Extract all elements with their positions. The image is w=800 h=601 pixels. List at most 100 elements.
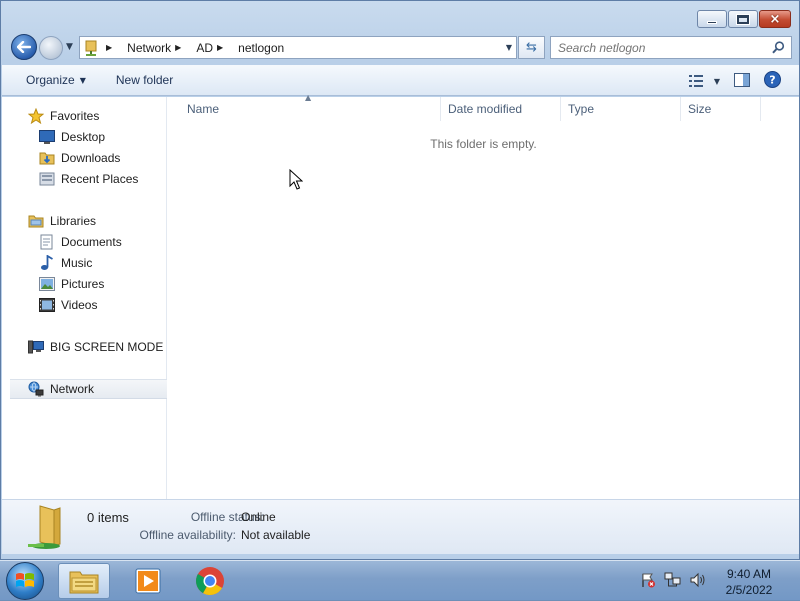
clock[interactable]: 9:40 AM 2/5/2022	[716, 566, 782, 598]
nav-favorites[interactable]: Favorites	[28, 106, 99, 126]
nav-label: Music	[61, 256, 93, 270]
column-label: Date modified	[448, 102, 523, 116]
start-button[interactable]	[6, 562, 44, 600]
nav-label: Pictures	[61, 277, 105, 291]
downloads-icon	[39, 150, 55, 166]
breadcrumb-netlogon[interactable]: netlogon	[238, 37, 290, 58]
media-player-icon	[135, 568, 161, 594]
nav-label: BIG SCREEN MODE	[50, 340, 164, 354]
close-button[interactable]: ×	[759, 10, 791, 28]
system-tray	[640, 561, 706, 601]
chevron-right-icon[interactable]: ▶	[175, 43, 181, 52]
details-view-icon	[688, 75, 703, 87]
empty-folder-message: This folder is empty.	[430, 137, 537, 151]
nav-item-downloads[interactable]: Downloads	[39, 148, 120, 168]
organize-button[interactable]: Organize ▼	[2, 65, 98, 96]
nav-label: Documents	[61, 235, 122, 249]
sort-ascending-icon: ▲	[305, 93, 312, 102]
clock-time: 9:40 AM	[726, 567, 772, 581]
chevron-right-icon[interactable]: ▶	[217, 43, 223, 52]
nav-label: Network	[50, 382, 95, 396]
star-icon	[28, 108, 44, 124]
breadcrumb-ad[interactable]: AD ▶	[196, 37, 238, 58]
search-box[interactable]	[550, 36, 792, 59]
svg-text:?: ?	[769, 74, 775, 87]
pictures-icon	[39, 276, 55, 292]
nav-label: Videos	[61, 298, 98, 312]
column-label: Size	[688, 102, 712, 116]
nav-item-recent-places[interactable]: Recent Places	[39, 169, 138, 189]
offline-availability-value: Not available	[241, 528, 311, 542]
videos-icon	[39, 297, 55, 313]
network-status-icon[interactable]	[664, 572, 682, 591]
change-view-button[interactable]: ▼	[688, 75, 720, 87]
minimize-button[interactable]	[697, 10, 727, 28]
windows-logo-icon	[16, 573, 34, 587]
close-icon: ×	[769, 11, 781, 27]
computer-icon	[28, 339, 44, 355]
nav-computer[interactable]: BIG SCREEN MODE	[28, 337, 163, 357]
help-button[interactable]: ?	[764, 71, 781, 91]
column-date-modified[interactable]: Date modified	[441, 97, 561, 121]
breadcrumb-label: Network	[127, 40, 172, 55]
taskbar-chrome-button[interactable]	[184, 563, 236, 599]
refresh-icon: ⇆	[526, 40, 537, 55]
minimize-icon	[707, 20, 717, 24]
nav-item-music[interactable]: Music	[39, 253, 92, 273]
action-center-flag-icon[interactable]	[640, 572, 656, 591]
navigation-pane: Favorites Desktop Downloads Recent Place…	[2, 97, 167, 499]
taskbar-media-player-button[interactable]	[122, 563, 174, 599]
address-dropdown-icon[interactable]: ▼	[506, 43, 512, 52]
search-input[interactable]	[558, 40, 768, 55]
taskbar: 9:40 AM 2/5/2022	[0, 560, 800, 600]
file-list-pane: Name ▲ Date modified Type Size This fold…	[168, 93, 799, 499]
nav-label: Libraries	[50, 214, 97, 228]
nav-libraries[interactable]: Libraries	[28, 211, 96, 231]
breadcrumb-label: AD	[196, 40, 213, 55]
maximize-button[interactable]	[728, 10, 758, 28]
preview-pane-icon	[734, 72, 750, 87]
network-location-icon	[80, 37, 102, 58]
chevron-right-icon: ▶	[106, 43, 113, 52]
command-bar: Organize ▼ New folder ▼ ?	[2, 65, 799, 96]
organize-label: Organize	[26, 73, 75, 87]
forward-button[interactable]	[39, 36, 63, 60]
refresh-button[interactable]: ⇆	[518, 36, 545, 59]
search-icon[interactable]	[772, 41, 785, 57]
view-controls: ▼ ?	[688, 71, 781, 91]
volume-icon[interactable]	[690, 572, 706, 591]
breadcrumb-separator[interactable]: ▶	[102, 37, 127, 58]
maximize-icon	[736, 13, 750, 25]
new-folder-label: New folder	[115, 73, 174, 87]
content-area: Favorites Desktop Downloads Recent Place…	[2, 93, 799, 499]
clock-date: 2/5/2022	[725, 583, 773, 597]
nav-item-desktop[interactable]: Desktop	[39, 127, 105, 147]
nav-item-documents[interactable]: Documents	[39, 232, 122, 252]
column-headers: Name ▲ Date modified Type Size	[168, 93, 799, 121]
nav-item-pictures[interactable]: Pictures	[39, 274, 104, 294]
explorer-icon	[69, 571, 99, 594]
back-button[interactable]	[11, 34, 37, 60]
preview-pane-button[interactable]	[734, 72, 750, 90]
nav-item-videos[interactable]: Videos	[39, 295, 97, 315]
folder-network-icon	[26, 504, 70, 555]
offline-availability-label: Offline availability:	[139, 528, 237, 542]
column-type[interactable]: Type	[561, 97, 681, 121]
nav-network[interactable]: Network	[10, 379, 167, 399]
column-label: Name	[187, 102, 220, 116]
chrome-icon	[196, 567, 224, 595]
recent-places-icon	[39, 171, 55, 187]
nav-label: Desktop	[61, 130, 106, 144]
column-size[interactable]: Size	[681, 97, 761, 121]
new-folder-button[interactable]: New folder	[98, 65, 185, 96]
nav-label: Downloads	[61, 151, 121, 165]
address-bar[interactable]: ▶ Network ▶ AD ▶ netlogon ▼	[79, 36, 517, 59]
libraries-icon	[28, 213, 44, 229]
details-pane: 0 items Offline status: Online Offline a…	[2, 499, 799, 554]
back-arrow-icon	[17, 41, 31, 53]
recent-pages-button[interactable]: ▼	[66, 42, 73, 52]
nav-label: Recent Places	[61, 172, 139, 186]
taskbar-explorer-button[interactable]	[58, 563, 110, 599]
chevron-down-icon: ▼	[79, 75, 86, 85]
breadcrumb-network[interactable]: Network ▶	[127, 37, 196, 58]
